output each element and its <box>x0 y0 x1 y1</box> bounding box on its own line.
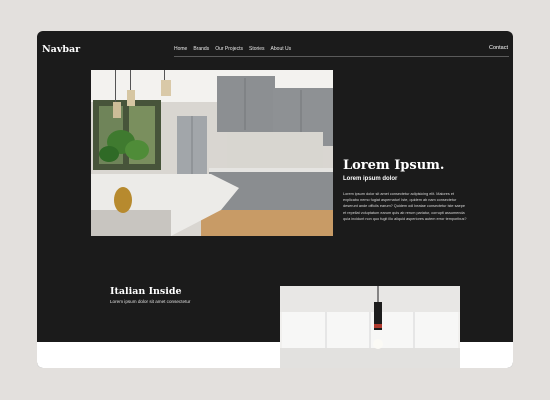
feature-title: Italian Inside <box>110 286 182 297</box>
navbar-brand[interactable]: Navbar <box>42 44 80 55</box>
hero-kitchen-image <box>91 70 333 236</box>
nav-link-about-us[interactable]: About Us <box>271 46 292 52</box>
hero-title: Lorem Ipsum. <box>343 158 445 173</box>
nav-link-contact[interactable]: Contact <box>489 45 508 51</box>
feature-subtitle: Lorem ipsum dolor sit amet consectetur <box>110 299 191 304</box>
feature-lamp-image <box>280 286 460 368</box>
navbar-divider <box>174 56 509 57</box>
page-window: Navbar Home Brands Our Projects Stories … <box>37 31 513 368</box>
nav-link-stories[interactable]: Stories <box>249 46 265 52</box>
hero-subtitle: Lorem ipsum dolor <box>343 176 398 182</box>
pendant-lamp-illustration <box>280 286 460 368</box>
kitchen-illustration <box>91 70 333 236</box>
nav-link-brands[interactable]: Brands <box>193 46 209 52</box>
hero-body-text: Lorem ipsum dolor sit amet consectetur a… <box>343 191 467 221</box>
nav-link-our-projects[interactable]: Our Projects <box>215 46 243 52</box>
navbar-links: Home Brands Our Projects Stories About U… <box>174 46 291 52</box>
nav-link-home[interactable]: Home <box>174 46 187 52</box>
